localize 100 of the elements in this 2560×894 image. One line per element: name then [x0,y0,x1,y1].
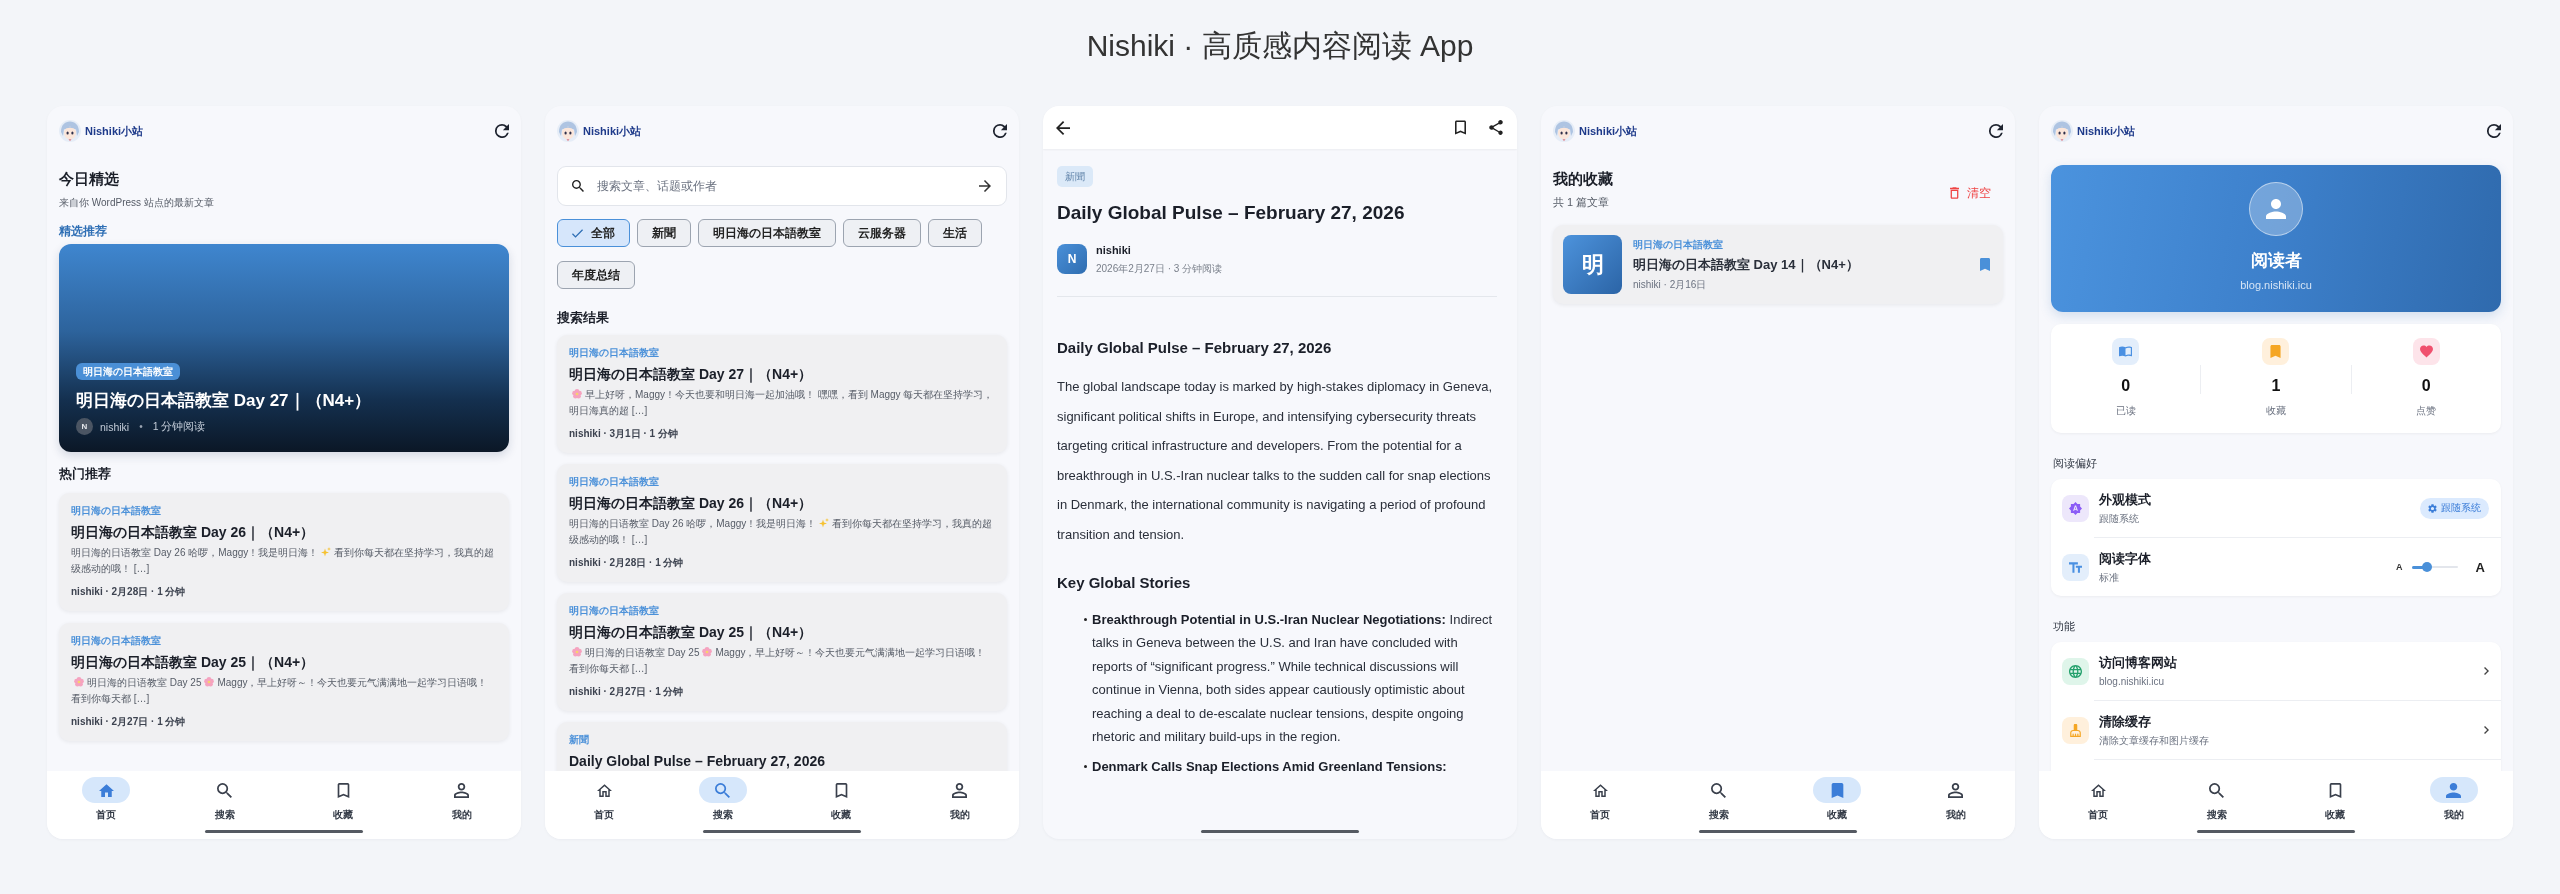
check-icon [572,228,583,238]
nav-tab[interactable]: 搜索 [165,777,284,822]
article-count: 共 1 篇文章 [1553,195,1611,209]
article-title: 明日海の日本語教室 Day 25｜（N4+） [569,623,814,641]
font-size-max-label: A [2475,559,2485,575]
nav-tab[interactable]: 我的 [2394,777,2513,822]
article-card[interactable]: 明日海の日本語教室 明日海の日本語教室 Day 26｜（N4+） 明日海的日语教室 Day 26 哈啰，Maggy！我是明日海！ 看到你每天都在坚持学习，我真的超级感动的哦！ […] nishiki · 2月28日 · 1 分钟 [557,464,1007,582]
article-date: 2026年2月27日 · 3 分钟阅读 [1096,262,1223,275]
user-avatar-icon [2249,182,2303,236]
category-tag: 明日海の日本語教室 [76,363,180,380]
heart-icon [2412,338,2440,365]
category-label: 明日海の日本語教室 [569,475,660,488]
broom-icon [2062,716,2089,744]
refresh-icon[interactable] [2487,124,2501,138]
setting-title: 清除缓存 [2099,713,2152,730]
article-card[interactable]: 明日海の日本語教室 明日海の日本語教室 Day 26｜（N4+） 明日海的日语教室 Day 26 哈啰，Maggy！我是明日海！ 看到你每天都在坚持学习，我真的超级感动的哦！ […] nishiki · 2月28日 · 1 分钟 [59,493,509,611]
section-label: 功能 [2053,619,2076,634]
slider-thumb[interactable] [2421,562,2432,572]
article-excerpt: 明日海的日语教室 Day 25 Maggy，早上好呀～！今天也要元气满满地一起学习日语哦！看到你每天都 […] [71,676,489,706]
article-card[interactable]: 明日海の日本語教室 明日海の日本語教室 Day 25｜（N4+） 明日海的日语教室 Day 25 Maggy，早上好呀～！今天也要元气满满地一起学习日语哦！看到你每天都 […] nishiki · 2月27日 · 1 分钟 [557,593,1007,711]
author-name: nishiki [1096,243,1132,257]
home-icon [596,782,612,798]
section-title: 精选推荐 [59,223,108,239]
article-title: 明日海の日本語教室 Day 14｜（N4+） [1633,255,1860,274]
article-meta: nishiki · 2月27日 · 1 分钟 [569,685,685,699]
nav-tab[interactable]: 我的 [900,777,1019,822]
article-excerpt: 明日海的日语教室 Day 26 哈啰，Maggy！我是明日海！ 看到你每天都在坚持学习，我真的超级感动的哦！ […] [71,546,496,576]
nav-tab[interactable]: 收藏 [1778,777,1897,822]
category-label: 明日海の日本語教室 [569,346,660,359]
bookmark-icon [833,782,849,798]
list-item-text: Breakthrough Potential in U.S.-Iran Nuclear Negotiations: Indirect talks in Geneva between the U.S. and Iran have concluded with reports of “significant progress.” While technical discussions will continue in Vienna, both sides appear cautiously optimistic about reaching a deal to de-escalate nuclear tensions, despite ongoing rhetoric and military build-ups in the region. [1092,611,1494,747]
filter-chip[interactable]: 云服务器 [843,219,921,247]
arrow-left-icon[interactable] [1056,120,1070,135]
theme-mode-chip[interactable]: 跟随系统 [2420,497,2489,519]
text-size-icon [2062,553,2089,581]
nav-tab[interactable]: 收藏 [2276,777,2395,822]
article-card[interactable]: 明日海の日本語教室 明日海の日本語教室 Day 27｜（N4+） 早上好呀，Maggy！今天也要和明日海一起加油哦！ 嘿嘿，看到 Maggy 每天都在坚持学习，明日海真的超 […] nishiki · 3月1日 · 1 分钟 [557,335,1007,453]
nav-tab[interactable]: 首页 [545,777,664,822]
filter-chip[interactable]: 生活 [928,219,982,247]
nav-tab[interactable]: 收藏 [782,777,901,822]
filter-chip[interactable]: 全部 [557,219,630,247]
bookmark-icon [335,782,351,798]
home-icon [1592,782,1608,798]
category-label: 明日海の日本語教室 [71,634,162,647]
article-card[interactable]: 新聞 Daily Global Pulse – February 27, 2026 [557,722,1007,771]
blossom-icon [74,677,84,687]
chevron-right-icon[interactable] [2484,726,2489,734]
stat-label: 已读 [2115,404,2136,418]
refresh-icon[interactable] [1989,124,2003,138]
nav-tab[interactable]: 收藏 [284,777,403,822]
refresh-icon[interactable] [993,124,1007,138]
nav-tab[interactable]: 我的 [402,777,521,822]
nav-tab[interactable]: 搜索 [663,777,782,822]
nav-tab[interactable]: 首页 [2039,777,2158,822]
category-tag: 新聞 [1057,166,1093,187]
blossom-icon [204,677,215,687]
home-icon [2090,782,2106,798]
nav-tab[interactable]: 我的 [1896,777,2015,822]
person-icon [952,782,968,798]
section-title: 热门推荐 [59,465,112,483]
search-icon [1711,782,1727,798]
category-label: 新聞 [569,733,590,746]
bookmark-card[interactable]: 明 明日海の日本語教室 明日海の日本語教室 Day 14｜（N4+） nishiki · 2月16日 [1553,225,2003,304]
bookmark-icon [1813,777,1862,803]
article-card[interactable]: 明日海の日本語教室 明日海の日本語教室 Day 25｜（N4+） 明日海的日语教室 Day 25 Maggy，早上好呀～！今天也要元气满满地一起学习日语哦！看到你每天都 […] nishiki · 2月27日 · 1 分钟 [59,623,509,741]
share-icon[interactable] [1489,120,1503,135]
nav-tab[interactable]: 首页 [1541,777,1660,822]
article-excerpt: 早上好呀，Maggy！今天也要和明日海一起加油哦！ 嘿嘿，看到 Maggy 每天都在坚持学习，明日海真的超 […] [569,388,995,418]
page-title: Nishiki · 高质感内容阅读 App [1086,28,1474,64]
section-title: 搜索结果 [557,309,610,327]
article-meta: nishiki · 2月16日 [1633,277,1708,292]
cartoon-avatar-icon [59,120,81,142]
filter-chip[interactable]: 新聞 [637,219,691,247]
nav-tab[interactable]: 搜索 [1659,777,1778,822]
bookmark-icon[interactable] [1455,120,1466,135]
article-meta: nishiki · 2月27日 · 1 分钟 [71,715,187,729]
chevron-right-icon[interactable] [2484,667,2489,675]
category-label: 明日海の日本語教室 [71,504,162,517]
blossom-icon [702,647,713,657]
cartoon-avatar-icon [2051,120,2073,142]
globe-icon [2062,657,2089,685]
arrow-right-icon[interactable] [979,180,991,192]
featured-card[interactable]: 明日海の日本語教室 明日海の日本語教室 Day 27｜（N4+） N nishiki • 1 分钟阅读 [59,244,509,452]
nav-tab[interactable]: 首页 [47,777,166,822]
nav-tab[interactable]: 搜索 [2157,777,2276,822]
refresh-icon[interactable] [495,124,509,138]
clear-button[interactable]: 清空 [1950,184,1991,202]
search-field[interactable]: 搜索文章、话题或作者 [557,166,1007,206]
filter-chip[interactable]: 年度总结 [557,261,635,289]
search-icon [698,777,747,803]
separator-dot: • [139,421,143,432]
person-icon [1948,782,1964,798]
font-size-slider[interactable] [2411,562,2458,572]
filter-chip[interactable]: 明日海の日本語教室 [698,219,836,247]
article-title: Daily Global Pulse – February 27, 2026 [569,752,826,770]
section-heading: Daily Global Pulse – February 27, 2026 [1057,338,1333,358]
screen-title: 我的收藏 [1553,169,1613,189]
stat-label: 点赞 [2416,404,2437,418]
setting-subtitle: 标准 [2099,570,2120,584]
stat-value: 0 [2421,376,2431,396]
